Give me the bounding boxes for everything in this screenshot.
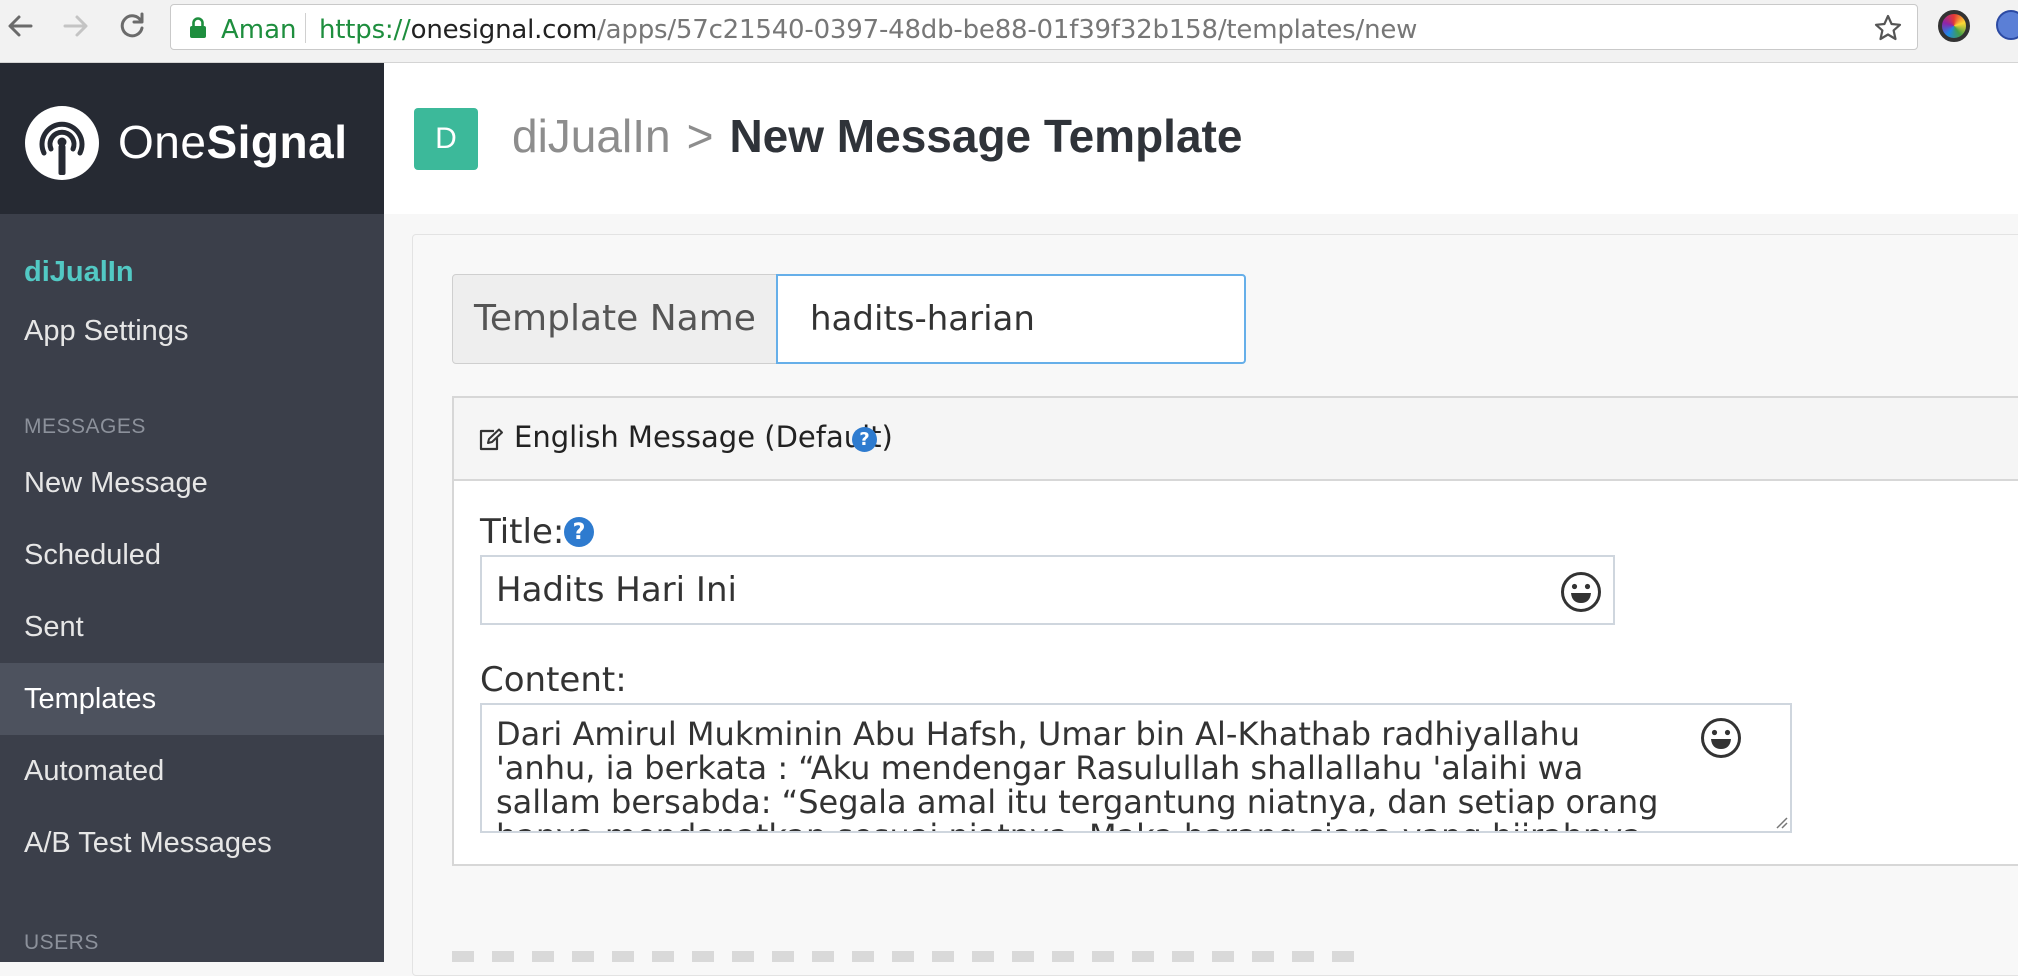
message-heading: English Message (Default) (514, 420, 893, 454)
page-header: D diJualIn > New Message Template (384, 63, 2018, 214)
sidebar-item-templates[interactable]: Templates (0, 663, 384, 735)
secure-label: Aman (221, 15, 297, 45)
sidebar-app-name[interactable]: diJualIn (24, 256, 134, 289)
title-help-icon[interactable]: ? (564, 517, 594, 547)
sidebar-section-users: USERS (24, 931, 99, 954)
lock-icon (190, 17, 206, 38)
url-path: /apps/57c21540-0397-48db-be88-01f39f32b1… (597, 15, 1418, 45)
back-icon (8, 15, 33, 37)
browser-toolbar: Aman https://onesignal.com/apps/57c21540… (0, 0, 2018, 63)
star-icon (1874, 14, 1902, 41)
breadcrumb-separator: > (686, 110, 714, 162)
back-button[interactable] (2, 8, 38, 44)
address-divider (305, 13, 306, 43)
divider (452, 951, 1356, 962)
onesignal-logo-icon (25, 106, 99, 180)
content-label: Content: (480, 660, 627, 700)
sidebar-item-app-settings[interactable]: App Settings (0, 295, 384, 367)
sidebar-item-scheduled[interactable]: Scheduled (0, 519, 384, 591)
reload-button[interactable] (114, 8, 150, 44)
sidebar: OneSignal diJualIn App Settings MESSAGES… (0, 63, 384, 962)
content-textarea[interactable]: Dari Amirul Mukminin Abu Hafsh, Umar bin… (480, 703, 1792, 833)
address-bar[interactable]: Aman https://onesignal.com/apps/57c21540… (170, 4, 1918, 50)
template-name-input[interactable]: hadits-harian (776, 274, 1246, 364)
app-avatar: D (414, 108, 478, 170)
url-host: onesignal.com (410, 15, 598, 45)
extension-icon[interactable] (1938, 10, 1970, 42)
sidebar-section-messages: MESSAGES (24, 415, 146, 438)
breadcrumb: diJualIn > New Message Template (512, 109, 1242, 163)
sidebar-item-new-message[interactable]: New Message (0, 447, 384, 519)
brand-name: OneSignal (118, 115, 347, 169)
page-title: New Message Template (729, 110, 1243, 162)
forward-icon (63, 15, 88, 37)
content-emoji-icon[interactable] (1700, 717, 1742, 759)
breadcrumb-app-link[interactable]: diJualIn (512, 110, 671, 162)
bookmark-button[interactable] (1873, 13, 1903, 48)
reload-icon (120, 12, 144, 38)
forward-button[interactable] (58, 8, 94, 44)
url-text[interactable]: https://onesignal.com/apps/57c21540-0397… (319, 15, 1417, 45)
template-name-label: Template Name (452, 274, 778, 364)
message-help-icon[interactable]: ? (852, 427, 877, 452)
sidebar-item-automated[interactable]: Automated (0, 735, 384, 807)
sidebar-item-sent[interactable]: Sent (0, 591, 384, 663)
title-label: Title: (480, 512, 565, 552)
message-card-header[interactable]: English Message (Default) ? (454, 398, 2018, 481)
edit-icon (479, 428, 503, 451)
url-scheme: https:// (319, 15, 411, 45)
profile-avatar[interactable] (1996, 10, 2018, 40)
title-emoji-icon[interactable] (1560, 571, 1602, 613)
brand-header: OneSignal (0, 63, 384, 214)
brand-name-signal: Signal (206, 116, 348, 168)
brand-name-one: One (118, 116, 207, 168)
resize-handle-icon[interactable] (1774, 815, 1788, 829)
sidebar-item-ab-test-messages[interactable]: A/B Test Messages (0, 807, 384, 879)
title-input[interactable]: Hadits Hari Ini (480, 555, 1615, 625)
